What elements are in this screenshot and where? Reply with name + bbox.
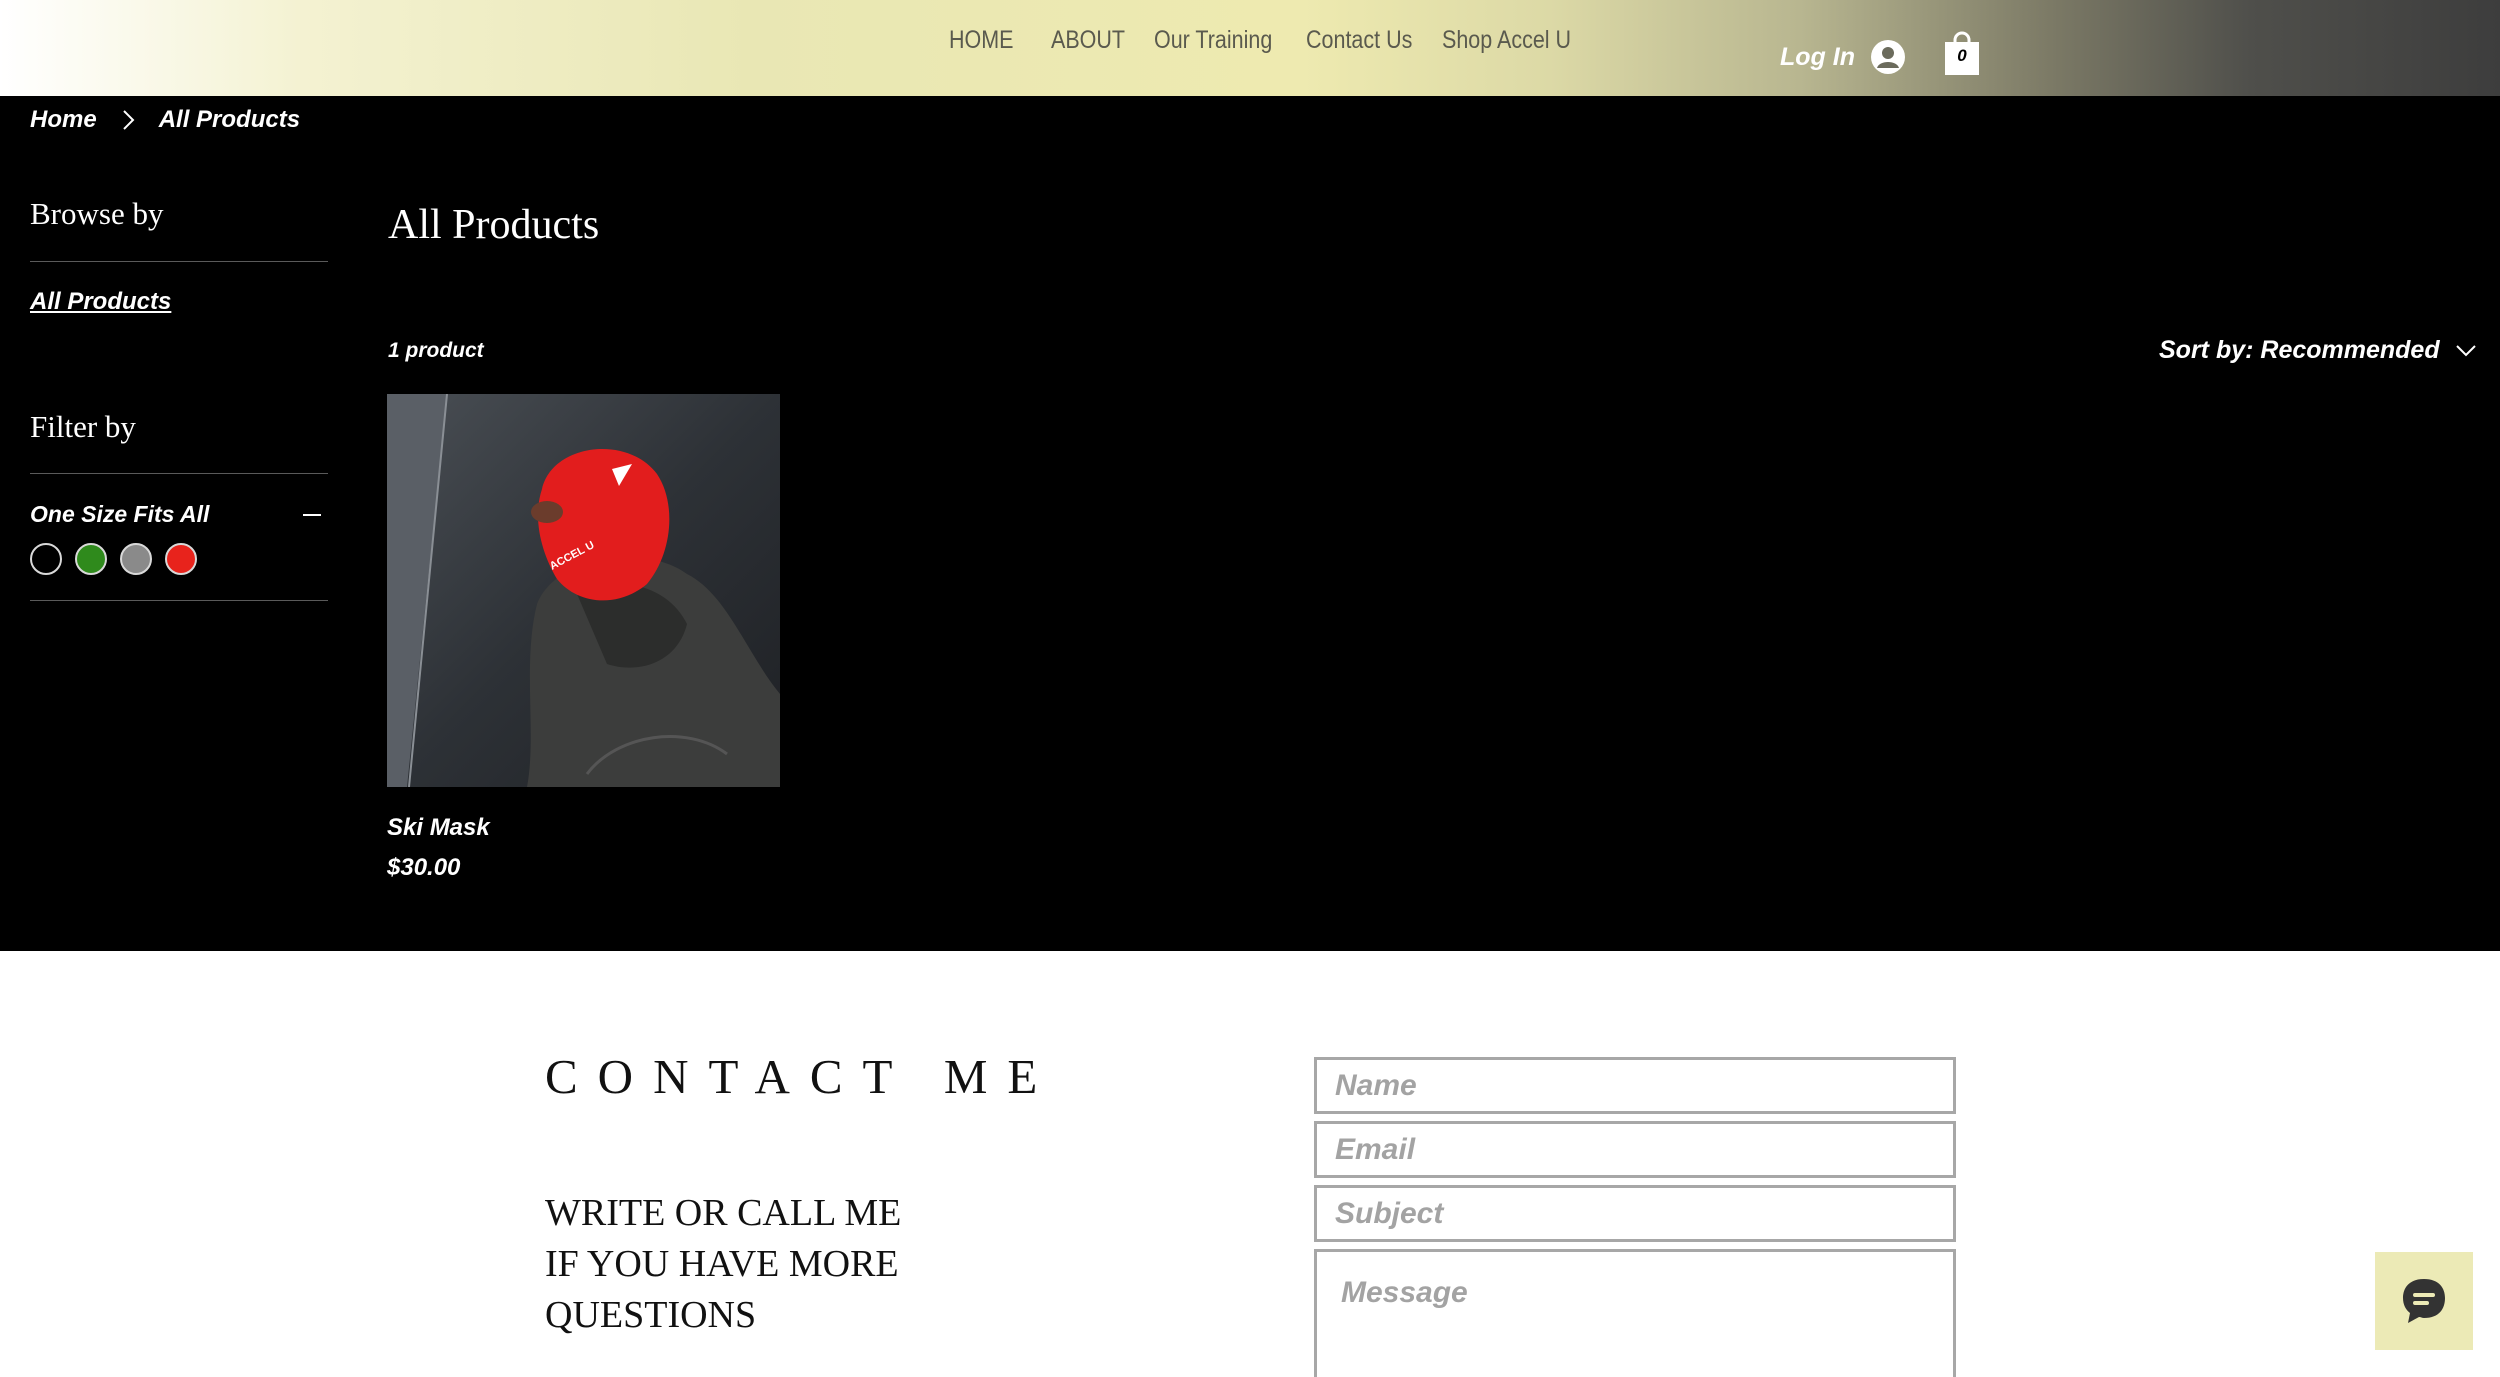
chat-icon <box>2403 1279 2445 1323</box>
contact-line: IF YOU HAVE MORE <box>545 1243 899 1285</box>
contact-line: QUESTIONS <box>545 1294 757 1336</box>
cart-count: 0 <box>1957 46 1967 65</box>
cart-button[interactable]: 0 <box>1944 30 1980 76</box>
divider <box>30 261 328 262</box>
browse-by-heading: Browse by <box>30 196 164 231</box>
product-name[interactable]: Ski Mask <box>387 814 490 842</box>
nav-home[interactable]: HOME <box>949 26 1014 55</box>
collapse-icon[interactable] <box>303 514 321 516</box>
name-input[interactable] <box>1314 1057 1956 1114</box>
color-swatch-black[interactable] <box>30 543 62 575</box>
store-section: Home All Products Browse by All Products… <box>0 96 2500 951</box>
chat-button[interactable] <box>2375 1252 2473 1350</box>
chevron-down-icon <box>2455 344 2476 356</box>
product-price: $30.00 <box>387 854 461 881</box>
nav-shop[interactable]: Shop Accel U <box>1442 26 1571 55</box>
page-title: All Products <box>388 202 600 248</box>
sort-dropdown[interactable]: Sort by: Recommended <box>2159 336 2476 365</box>
sort-label: Sort by: Recommended <box>2159 336 2440 364</box>
contact-title: CONTACT ME <box>545 1049 1058 1104</box>
filter-by-heading: Filter by <box>30 409 136 444</box>
nav-about[interactable]: ABOUT <box>1051 26 1125 55</box>
color-swatch-red[interactable] <box>165 543 197 575</box>
contact-description: WRITE OR CALL ME IF YOU HAVE MORE QUESTI… <box>545 1188 965 1341</box>
nav-our-training[interactable]: Our Training <box>1154 26 1272 55</box>
divider <box>30 473 328 474</box>
product-image[interactable]: ACCEL U <box>387 394 780 787</box>
contact-line: WRITE OR CALL ME <box>545 1192 902 1234</box>
color-swatch-green[interactable] <box>75 543 107 575</box>
site-header: HOME ABOUT Our Training Contact Us Shop … <box>0 0 2500 96</box>
login-button[interactable]: Log In <box>1780 43 1855 72</box>
breadcrumb: Home All Products <box>30 106 300 134</box>
message-textarea[interactable] <box>1314 1249 1956 1377</box>
subject-input[interactable] <box>1314 1185 1956 1242</box>
divider <box>30 600 328 601</box>
browse-all-products-link[interactable]: All Products <box>30 288 171 316</box>
nav-contact-us[interactable]: Contact Us <box>1306 26 1412 55</box>
breadcrumb-home[interactable]: Home <box>30 106 97 134</box>
color-swatch-gray[interactable] <box>120 543 152 575</box>
email-input[interactable] <box>1314 1121 1956 1178</box>
product-count: 1 product <box>388 339 484 362</box>
breadcrumb-current: All Products <box>158 106 301 133</box>
chevron-right-icon <box>122 110 135 130</box>
filter-option-label[interactable]: One Size Fits All <box>30 501 209 528</box>
user-icon[interactable] <box>1871 40 1905 74</box>
